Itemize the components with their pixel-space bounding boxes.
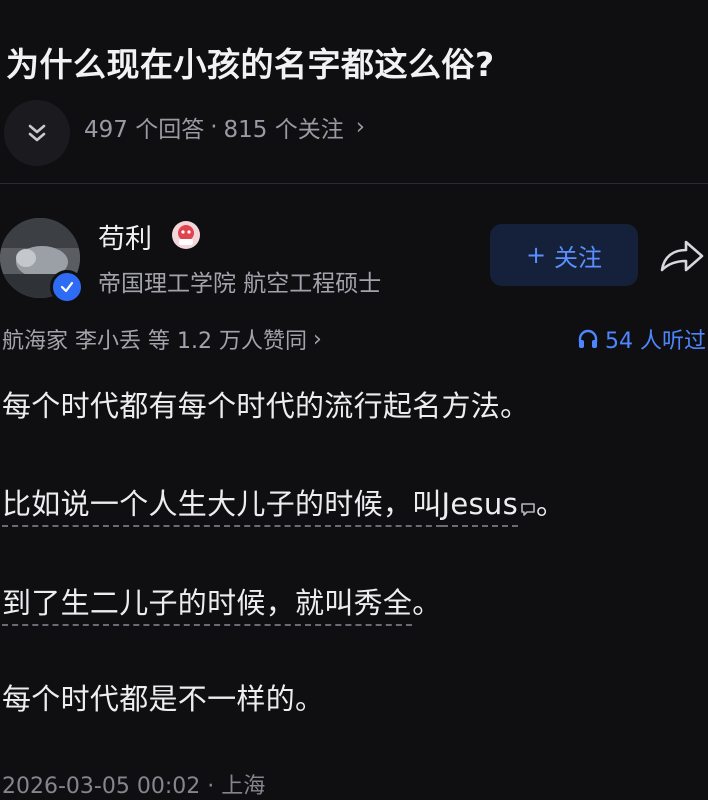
- answer-count: 497 个回答: [84, 117, 205, 143]
- question-title: 为什么现在小孩的名字都这么俗?: [6, 45, 495, 84]
- plus-icon: +: [525, 241, 547, 269]
- chevron-right-icon: ›: [312, 326, 322, 352]
- answer-paragraph-1: 每个时代都有每个时代的流行起名方法。: [2, 389, 530, 423]
- chevron-right-icon: ›: [355, 114, 365, 140]
- upvote-text: 航海家 李小丢 等 1.2 万人赞同: [2, 329, 307, 354]
- headphones-icon: [578, 329, 598, 348]
- answer-paragraph-3: 到了生二儿子的时候，就叫秀全。: [2, 580, 442, 626]
- listen-count[interactable]: 54 人听过: [577, 323, 706, 355]
- answer-paragraph-2: 比如说一个人生大儿子的时候，叫Jesus 。: [2, 481, 566, 527]
- double-chevron-down-icon: [28, 124, 46, 142]
- question-stats[interactable]: 497 个回答 · 815 个关注 ›: [84, 110, 365, 144]
- divider: [0, 183, 708, 184]
- answer-paragraph-4: 每个时代都是不一样的。: [2, 682, 325, 716]
- paragraph-end-mark: 。: [536, 487, 566, 521]
- follower-count: 815 个关注: [223, 117, 344, 143]
- highlighted-name[interactable]: Jesus: [441, 487, 519, 527]
- share-arrow-icon[interactable]: [658, 236, 706, 276]
- listen-text: 54 人听过: [605, 329, 706, 354]
- check-badge-icon: [50, 270, 84, 304]
- collapse-button[interactable]: [4, 100, 70, 166]
- stats-separator: ·: [210, 114, 218, 140]
- paragraph-end-mark: 。: [412, 586, 442, 620]
- comment-bubble-icon[interactable]: [520, 502, 536, 516]
- author-description: 帝国理工学院 航空工程硕士: [98, 271, 382, 297]
- post-meta: 2026-03-05 00:02 · 上海: [2, 774, 266, 799]
- medal-badge-icon: [172, 221, 200, 249]
- highlighted-phrase[interactable]: 比如说一个人生大儿子的时候，叫: [2, 487, 442, 527]
- upvote-summary[interactable]: 航海家 李小丢 等 1.2 万人赞同 ›: [2, 323, 322, 355]
- follow-label: 关注: [554, 243, 603, 272]
- author-name[interactable]: 苟利: [98, 217, 152, 256]
- highlighted-phrase[interactable]: 到了生二儿子的时候，就叫秀全: [2, 586, 413, 626]
- follow-button[interactable]: + 关注: [490, 224, 638, 286]
